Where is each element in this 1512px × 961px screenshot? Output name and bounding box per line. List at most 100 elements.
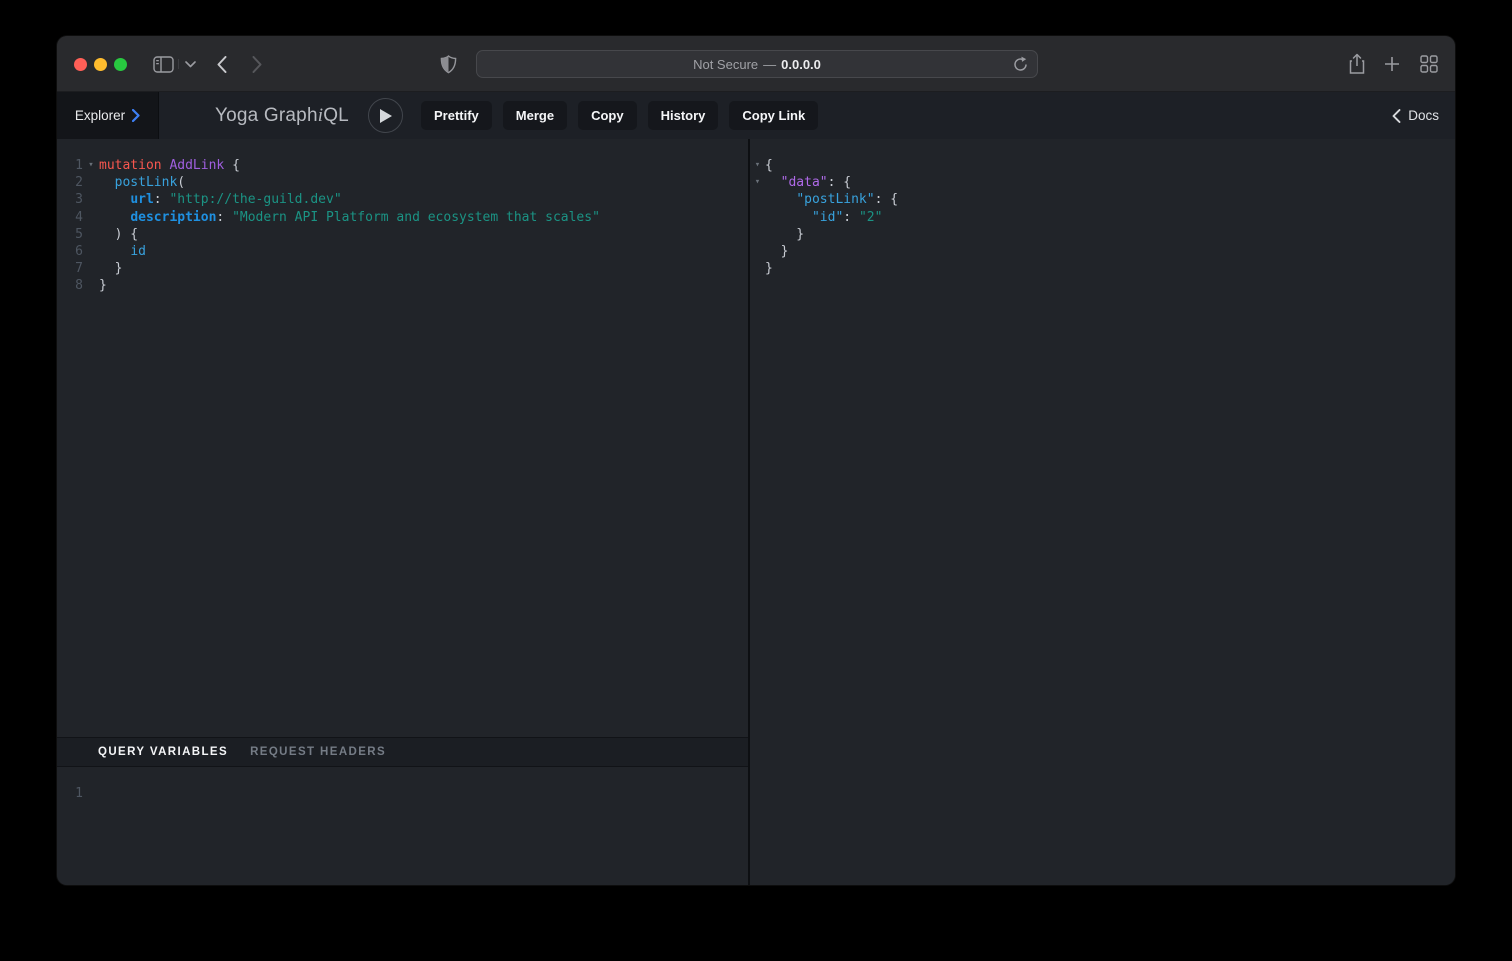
code-token: } [99, 278, 107, 293]
query-editor[interactable]: 1▾mutation AddLink {2 postLink(3 url: "h… [57, 139, 748, 737]
code-line: 8} [57, 277, 748, 294]
code-line: 4 description: "Modern API Platform and … [57, 209, 748, 226]
code-token: "Modern API Platform and ecosystem that … [232, 210, 600, 225]
code-line: 7 } [57, 260, 748, 277]
explorer-toggle[interactable]: Explorer [57, 92, 159, 139]
code-token [765, 175, 781, 190]
line-number: 7 [57, 260, 83, 277]
code-text: id [99, 243, 146, 260]
prettify-button[interactable]: Prettify [421, 101, 492, 130]
code-line: 6 id [57, 243, 748, 260]
execute-query-button[interactable] [368, 98, 403, 133]
code-token [99, 175, 115, 190]
line-number: 1 [57, 157, 83, 174]
code-line: ▾{ [750, 157, 1455, 174]
sidebar-icon [153, 56, 174, 73]
main-area: 1▾mutation AddLink {2 postLink(3 url: "h… [57, 139, 1455, 885]
minimize-window-button[interactable] [94, 58, 107, 71]
fold-spacer [750, 226, 765, 243]
code-line: 1▾mutation AddLink { [57, 157, 748, 174]
chevron-left-icon [217, 56, 227, 73]
new-tab-button[interactable] [1384, 36, 1400, 92]
code-text: { [765, 157, 773, 174]
code-text: } [765, 260, 773, 277]
code-token: } [765, 261, 773, 276]
tab-request-headers[interactable]: REQUEST HEADERS [250, 746, 386, 758]
code-token: "data" [781, 175, 828, 190]
code-token [765, 210, 812, 225]
code-text: } [765, 226, 804, 243]
back-button[interactable] [217, 36, 227, 92]
chevron-right-icon [132, 109, 140, 122]
code-token: { [765, 158, 773, 173]
code-token: AddLink [169, 158, 224, 173]
graphiql-toolbar: Explorer Yoga GraphiQL Prettify Merge Co… [57, 92, 1455, 139]
line-number: 4 [57, 209, 83, 226]
code-token: : { [828, 175, 851, 190]
fold-spacer [83, 243, 99, 260]
line-number: 8 [57, 277, 83, 294]
privacy-report-button[interactable] [440, 36, 457, 92]
zoom-window-button[interactable] [114, 58, 127, 71]
code-line: ▾ "data": { [750, 174, 1455, 191]
code-token: : { [875, 192, 898, 207]
code-line: } [750, 260, 1455, 277]
code-line: "id": "2" [750, 209, 1455, 226]
code-line: } [750, 226, 1455, 243]
history-button[interactable]: History [648, 101, 719, 130]
play-icon [378, 108, 393, 124]
query-variables-editor[interactable]: 1 [57, 767, 748, 885]
merge-button[interactable]: Merge [503, 101, 567, 130]
code-token: url [130, 192, 153, 207]
code-text: } [765, 243, 788, 260]
share-button[interactable] [1348, 36, 1366, 92]
fold-spacer [83, 191, 99, 208]
logo-text-suffix: QL [323, 105, 349, 127]
code-line: } [750, 243, 1455, 260]
fold-arrow-icon[interactable]: ▾ [83, 157, 99, 174]
fold-arrow-icon[interactable]: ▾ [750, 174, 765, 191]
code-token: { [224, 158, 240, 173]
close-window-button[interactable] [74, 58, 87, 71]
response-viewer: ▾{▾ "data": { "postLink": { "id": "2" } … [750, 139, 1455, 885]
code-token: : [843, 210, 859, 225]
sidebar-toggle-button[interactable] [153, 36, 174, 92]
code-text: url: "http://the-guild.dev" [99, 191, 342, 208]
code-token [99, 244, 130, 259]
fold-spacer [83, 277, 99, 294]
tab-overview-button[interactable] [1420, 36, 1438, 92]
tab-query-variables[interactable]: QUERY VARIABLES [98, 746, 228, 758]
code-token: "id" [812, 210, 843, 225]
fold-spacer [83, 226, 99, 243]
address-bar[interactable]: Not Secure — 0.0.0.0 [476, 50, 1038, 78]
code-line: 5 ) { [57, 226, 748, 243]
code-text: description: "Modern API Platform and ec… [99, 209, 600, 226]
security-status: Not Secure [693, 57, 758, 72]
address-host: 0.0.0.0 [781, 57, 821, 72]
bottom-panel-tab-bar: QUERY VARIABLES REQUEST HEADERS [57, 737, 748, 767]
docs-button[interactable]: Docs [1392, 92, 1439, 139]
shield-icon [440, 55, 457, 74]
address-separator: — [763, 57, 776, 72]
copy-button[interactable]: Copy [578, 101, 637, 130]
code-token: "postLink" [796, 192, 874, 207]
code-token: id [130, 244, 146, 259]
tab-group-menu-button[interactable] [185, 36, 196, 92]
code-token [99, 210, 130, 225]
reload-button[interactable] [1012, 56, 1029, 76]
copy-link-button[interactable]: Copy Link [729, 101, 818, 130]
code-text: ) { [99, 226, 138, 243]
code-line: 2 postLink( [57, 174, 748, 191]
code-text: "postLink": { [765, 191, 898, 208]
fold-arrow-icon[interactable]: ▾ [750, 157, 765, 174]
chevron-down-icon [185, 61, 196, 68]
grid-icon [1420, 55, 1438, 73]
code-token: mutation [99, 158, 162, 173]
forward-button[interactable] [252, 36, 262, 92]
toolbar-button-row: Prettify Merge Copy History Copy Link [421, 92, 818, 139]
chevron-left-icon [1392, 109, 1401, 123]
app-logo: Yoga GraphiQL [215, 92, 349, 139]
code-token [765, 192, 796, 207]
chevron-right-icon [252, 56, 262, 73]
code-text: postLink( [99, 174, 185, 191]
